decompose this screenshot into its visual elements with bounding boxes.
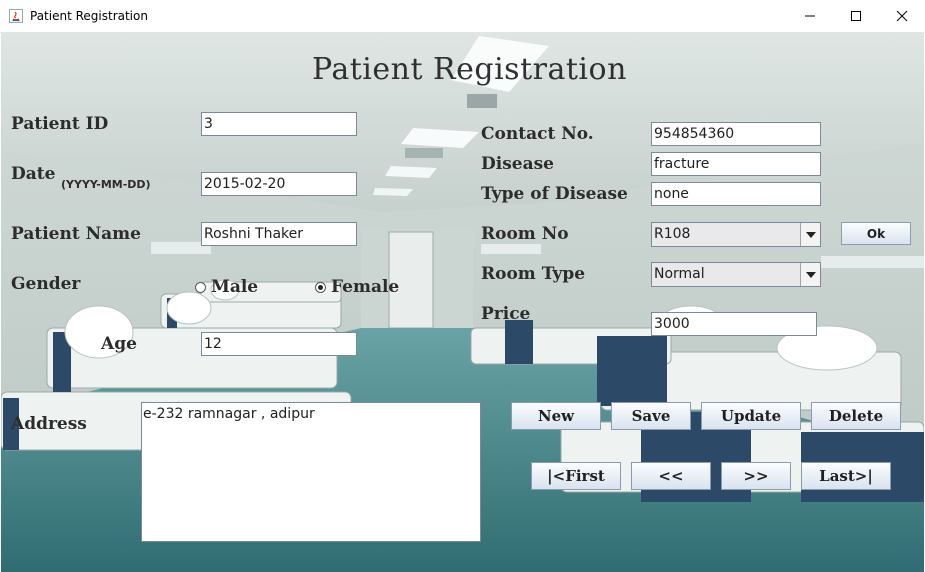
title-bar: Patient Registration — [0, 0, 925, 33]
delete-button[interactable]: Delete — [811, 402, 901, 430]
radio-checked-icon — [315, 281, 326, 293]
address-textarea[interactable]: e-232 ramnagar , adipur — [141, 402, 481, 542]
chevron-down-icon — [805, 271, 816, 278]
previous-record-button[interactable]: << — [631, 462, 711, 490]
patient-id-field[interactable]: 3 — [201, 112, 357, 136]
form-heading: Patient Registration — [312, 52, 627, 87]
next-record-button[interactable]: >> — [721, 462, 791, 490]
first-record-button[interactable]: |<First — [531, 462, 621, 490]
new-button[interactable]: New — [511, 402, 601, 430]
minimize-button[interactable] — [787, 0, 833, 32]
gender-female-label: Female — [331, 277, 400, 297]
minimize-icon — [805, 15, 815, 17]
form-panel: Patient Registration Patient ID 3 Date (… — [1, 32, 924, 572]
room-type-dropdown-button[interactable] — [800, 263, 820, 286]
chevron-down-icon — [805, 231, 816, 238]
room-no-label: Room No — [481, 224, 569, 244]
contact-no-field[interactable]: 954854360 — [651, 122, 821, 146]
date-format-hint: (YYYY-MM-DD) — [61, 178, 151, 191]
room-no-select[interactable]: R108 — [651, 222, 821, 247]
room-type-select[interactable]: Normal — [651, 262, 821, 287]
contact-no-label: Contact No. — [481, 124, 594, 144]
java-app-icon — [9, 9, 23, 23]
update-button[interactable]: Update — [701, 402, 801, 430]
patient-name-field[interactable]: Roshni Thaker — [201, 222, 357, 246]
date-field[interactable]: 2015-02-20 — [201, 172, 357, 196]
patient-id-label: Patient ID — [11, 114, 109, 134]
close-button[interactable] — [879, 0, 925, 32]
gender-male-radio[interactable]: Male — [195, 277, 258, 297]
type-of-disease-field[interactable]: none — [651, 182, 821, 206]
patient-name-label: Patient Name — [11, 224, 141, 244]
room-type-label: Room Type — [481, 264, 586, 284]
window-title: Patient Registration — [30, 9, 148, 23]
address-label: Address — [11, 414, 87, 434]
disease-field[interactable]: fracture — [651, 152, 821, 176]
room-type-value: Normal — [654, 266, 705, 282]
price-label: Price — [481, 304, 531, 324]
gender-male-label: Male — [211, 277, 259, 297]
gender-female-radio[interactable]: Female — [315, 277, 399, 297]
disease-label: Disease — [481, 154, 554, 174]
close-icon — [896, 10, 908, 22]
date-label: Date — [11, 164, 56, 184]
ok-button[interactable]: Ok — [841, 222, 911, 245]
age-field[interactable]: 12 — [201, 332, 357, 356]
save-button[interactable]: Save — [611, 402, 691, 430]
room-no-dropdown-button[interactable] — [800, 223, 820, 246]
age-label: Age — [101, 334, 137, 354]
maximize-button[interactable] — [833, 0, 879, 32]
last-record-button[interactable]: Last>| — [801, 462, 891, 490]
maximize-icon — [851, 11, 861, 21]
gender-label: Gender — [11, 274, 81, 294]
radio-unchecked-icon — [195, 281, 206, 293]
type-of-disease-label: Type of Disease — [481, 184, 628, 204]
room-no-value: R108 — [654, 226, 691, 242]
price-field[interactable]: 3000 — [651, 312, 817, 336]
